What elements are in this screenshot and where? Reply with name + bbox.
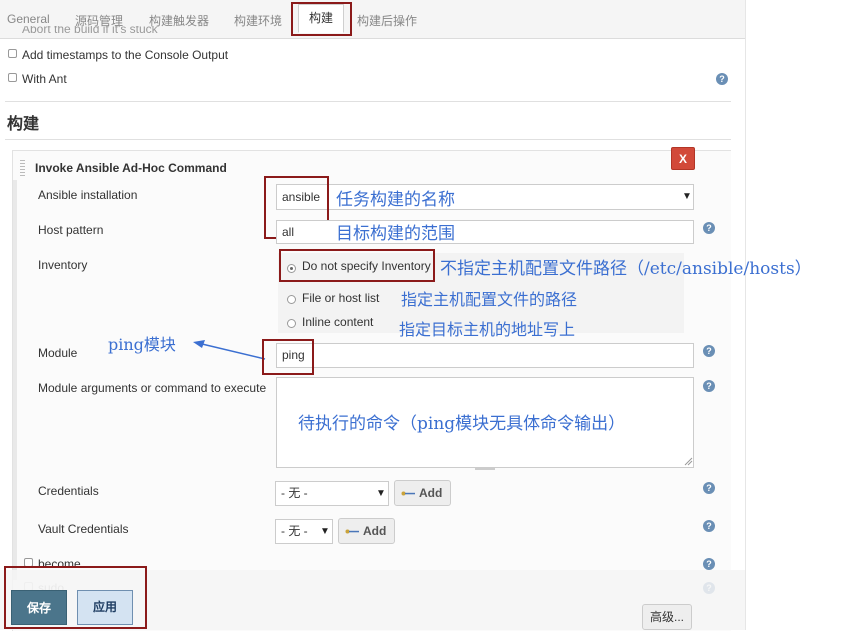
tab-build[interactable]: 构建 — [298, 4, 345, 33]
credentials-value: - 无 - — [281, 486, 308, 500]
args-label: Module arguments or command to execute — [38, 381, 267, 395]
with-ant-checkbox[interactable] — [8, 73, 17, 82]
installation-value: ansible — [282, 190, 321, 204]
textarea-resize-handle[interactable] — [475, 467, 495, 470]
add-vault-credentials-button[interactable]: Add — [338, 518, 395, 544]
installation-label: Ansible installation — [38, 188, 138, 202]
inventory-label: Inventory — [38, 258, 88, 272]
drag-handle-icon[interactable] — [20, 160, 25, 176]
annotation-module: ping模块 — [108, 335, 176, 354]
step-title: Invoke Ansible Ad-Hoc Command — [35, 161, 227, 175]
add-label: Add — [419, 486, 443, 500]
tab-build-triggers[interactable]: 构建触发器 — [149, 12, 209, 29]
annotation-no-inventory: 不指定主机配置文件路径（/etc/ansible/hosts） — [440, 259, 812, 279]
module-label: Module — [38, 346, 78, 360]
become-label: become — [38, 557, 81, 571]
key-icon — [345, 529, 359, 534]
inventory-option-none[interactable]: Do not specify Inventory — [302, 259, 431, 273]
host-pattern-value: all — [282, 225, 295, 239]
section-title-build: 构建 — [7, 116, 40, 133]
inventory-option-inline[interactable]: Inline content — [302, 315, 373, 329]
annotation-inline: 指定目标主机的地址写上 — [399, 320, 576, 339]
become-checkbox[interactable] — [24, 558, 33, 567]
divider — [5, 101, 731, 102]
step-gutter — [13, 180, 17, 580]
resize-grip-icon[interactable] — [684, 457, 693, 466]
help-icon[interactable]: ? — [703, 558, 715, 570]
help-icon[interactable]: ? — [703, 345, 715, 357]
annotation-installation: 任务构建的名称 — [336, 190, 455, 210]
chevron-down-icon: ▼ — [320, 526, 330, 537]
abort-stuck-label: Abort the build if it's stuck — [22, 26, 158, 36]
help-icon[interactable]: ? — [703, 520, 715, 532]
credentials-label: Credentials — [38, 484, 99, 498]
vault-credentials-value: - 无 - — [281, 524, 308, 538]
divider — [5, 139, 731, 140]
delete-step-button[interactable]: X — [671, 147, 695, 170]
inventory-radio-file[interactable] — [287, 295, 296, 304]
help-icon[interactable]: ? — [703, 380, 715, 392]
inventory-radio-none[interactable] — [287, 264, 296, 273]
inventory-radio-inline[interactable] — [287, 319, 296, 328]
help-icon[interactable]: ? — [703, 222, 715, 234]
annotation-file-list: 指定主机配置文件的路径 — [401, 290, 578, 309]
help-icon[interactable]: ? — [703, 482, 715, 494]
tab-build-environment[interactable]: 构建环境 — [234, 12, 282, 29]
host-pattern-label: Host pattern — [38, 223, 104, 237]
key-icon — [401, 491, 415, 496]
credentials-select[interactable]: - 无 - — [275, 481, 389, 506]
tab-general[interactable]: General — [7, 12, 50, 26]
chevron-down-icon: ▼ — [682, 191, 692, 202]
module-value: ping — [282, 348, 305, 362]
right-blank-area — [745, 0, 864, 630]
inventory-option-file[interactable]: File or host list — [302, 291, 379, 305]
vault-credentials-label: Vault Credentials — [38, 522, 129, 536]
tab-post-build[interactable]: 构建后操作 — [357, 12, 417, 29]
chevron-down-icon: ▼ — [376, 488, 386, 499]
with-ant-label: With Ant — [22, 72, 67, 86]
module-input[interactable]: ping — [276, 343, 694, 368]
help-icon[interactable]: ? — [716, 73, 728, 85]
advanced-button[interactable]: 高级... — [642, 604, 692, 630]
timestamps-label: Add timestamps to the Console Output — [22, 48, 229, 62]
add-credentials-button[interactable]: Add — [394, 480, 451, 506]
arrow-icon — [193, 340, 266, 360]
annotation-host-pattern: 目标构建的范围 — [336, 224, 455, 244]
apply-button[interactable]: 应用 — [77, 590, 133, 625]
save-button[interactable]: 保存 — [11, 590, 67, 625]
add-label: Add — [363, 524, 387, 538]
annotation-args: 待执行的命令（ping模块无具体命令输出） — [298, 414, 626, 434]
timestamps-checkbox[interactable] — [8, 49, 17, 58]
